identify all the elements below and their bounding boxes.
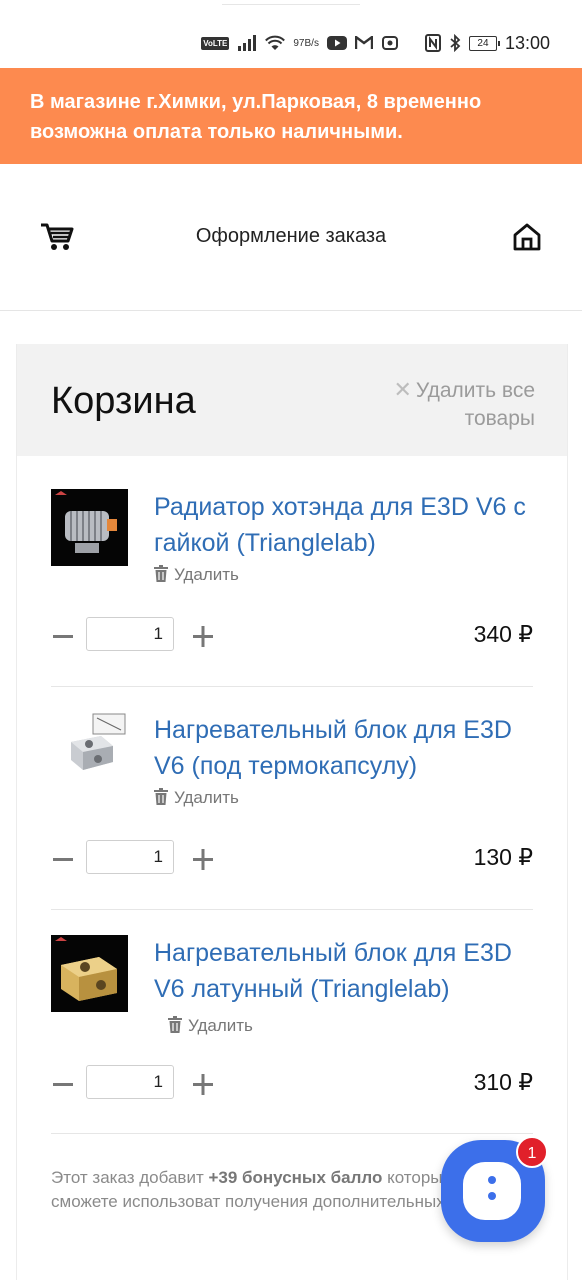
status-notch (222, 0, 360, 5)
delete-label: Удалить (174, 788, 239, 807)
bluetooth-icon (449, 34, 461, 52)
product-name: Нагревательный блок для E3D V6 (под терм… (154, 716, 512, 780)
product-link[interactable]: Радиатор хотэнда для E3D V6 с гайкой (Tr… (154, 489, 534, 561)
trash-icon (168, 1010, 182, 1046)
quantity-input[interactable] (86, 617, 174, 651)
product-image[interactable] (51, 712, 128, 789)
product-link[interactable]: Нагревательный блок для E3D V6 латунный … (154, 935, 534, 1046)
increase-button[interactable] (191, 1072, 215, 1096)
item-divider (51, 686, 533, 687)
home-icon[interactable] (512, 222, 542, 252)
delete-label: Удалить (188, 1016, 253, 1035)
trash-icon (154, 565, 168, 587)
clear-cart-button[interactable]: ✕ Удалить все товары (335, 376, 535, 433)
item-price: 130 ₽ (473, 844, 533, 870)
net-speed-value: 97 (293, 37, 305, 49)
notification-badge: 1 (516, 1136, 548, 1168)
nfc-icon (424, 34, 441, 52)
increase-button[interactable] (191, 624, 215, 648)
decrease-button[interactable] (51, 624, 75, 648)
gmail-icon (354, 36, 373, 50)
delete-item-button[interactable]: Удалить (154, 788, 239, 810)
volte-icon: VoLTE (201, 36, 230, 50)
bonus-points: +39 бонусных балло (208, 1168, 383, 1187)
page-header: Оформление заказа (0, 164, 582, 311)
cart-title: Корзина (51, 380, 196, 422)
decrease-button[interactable] (51, 1072, 75, 1096)
close-icon: ✕ (393, 377, 412, 402)
quantity-stepper: 310 ₽ (51, 1065, 533, 1101)
status-icons: VoLTE 97 B/s 24 13:00 (201, 30, 550, 56)
item-divider (51, 1133, 533, 1134)
product-image[interactable] (51, 935, 128, 1012)
page-title: Оформление заказа (195, 225, 387, 247)
trash-icon (154, 788, 168, 810)
product-image[interactable] (51, 489, 128, 566)
increase-button[interactable] (191, 847, 215, 871)
banner-text: В магазине г.Химки, ул.Парковая, 8 време… (30, 91, 482, 143)
status-bar: VoLTE 97 B/s 24 13:00 (0, 0, 582, 68)
signal-icon (237, 35, 257, 51)
quantity-input[interactable] (86, 1065, 174, 1099)
bonus-prefix: Этот заказ добавит (51, 1168, 209, 1187)
item-divider (51, 909, 533, 910)
net-speed: 97 B/s (293, 38, 319, 49)
product-name: Радиатор хотэнда для E3D V6 с гайкой (Tr… (154, 493, 526, 557)
delete-item-button[interactable]: Удалить (154, 565, 239, 587)
cart-header: Корзина ✕ Удалить все товары (17, 344, 567, 456)
notice-banner: В магазине г.Химки, ул.Парковая, 8 време… (0, 68, 582, 164)
item-price: 310 ₽ (473, 1069, 533, 1095)
youtube-icon (326, 36, 347, 50)
wifi-icon (265, 35, 286, 51)
quantity-stepper: 340 ₽ (51, 617, 533, 653)
quantity-input[interactable] (86, 840, 174, 874)
clock: 13:00 (504, 32, 550, 53)
delete-item-button[interactable]: Удалить (168, 1008, 253, 1046)
chat-bubble-icon (463, 1162, 521, 1220)
item-price: 340 ₽ (473, 621, 533, 647)
decrease-button[interactable] (51, 847, 75, 871)
delete-label: Удалить (174, 565, 239, 584)
clear-cart-label: Удалить все товары (415, 379, 535, 430)
shield-icon (381, 35, 399, 51)
chat-dots (488, 1176, 496, 1206)
product-name: Нагревательный блок для E3D V6 латунный … (154, 939, 512, 1003)
quantity-stepper: 130 ₽ (51, 840, 533, 876)
battery-icon: 24 (468, 35, 500, 51)
product-link[interactable]: Нагревательный блок для E3D V6 (под терм… (154, 712, 534, 784)
net-speed-unit: B/s (304, 37, 319, 49)
